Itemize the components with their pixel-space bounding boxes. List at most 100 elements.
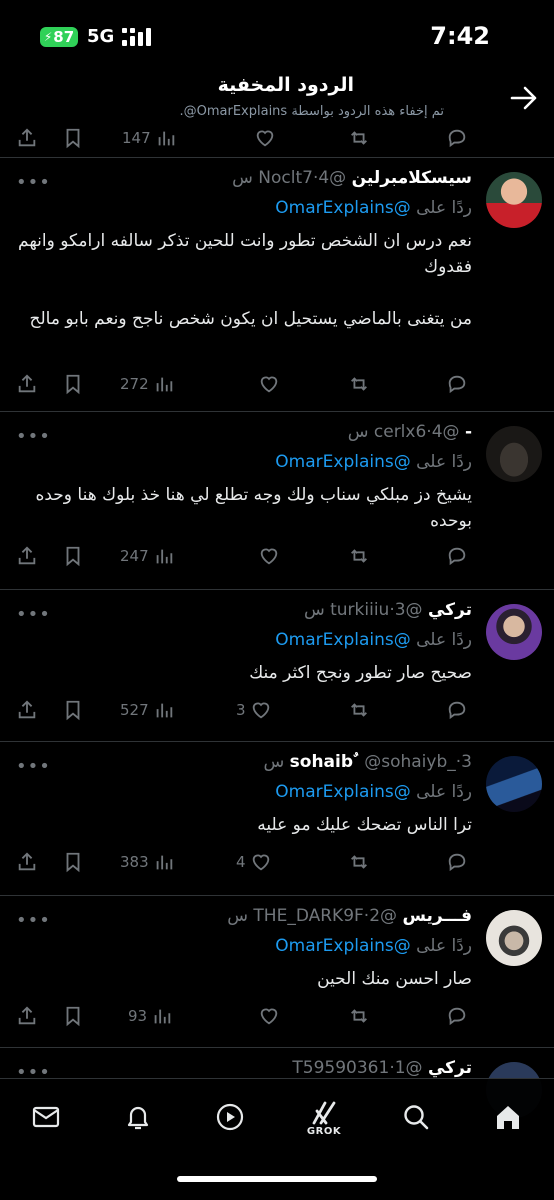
tweet-text: صار احسن منك الحين	[317, 969, 472, 989]
mention-link[interactable]: @OmarExplains	[275, 936, 410, 956]
heart-icon	[252, 854, 269, 871]
avatar[interactable]	[486, 172, 542, 228]
repost-icon	[351, 131, 367, 145]
tab-video[interactable]	[210, 1097, 250, 1137]
like-button[interactable]	[254, 542, 280, 570]
views-icon	[156, 549, 172, 564]
repost-button[interactable]	[348, 542, 370, 570]
bookmark-button[interactable]	[62, 848, 84, 876]
share-button[interactable]	[16, 542, 38, 570]
share-button[interactable]	[16, 848, 38, 876]
reply-tweet[interactable]: ••• - @cerlx6·4 س ردًا على @OmarExplains…	[0, 412, 554, 590]
tweet-text: ترا الناس تضحك عليك مو عليه	[257, 815, 472, 835]
views-icon	[156, 703, 172, 718]
bookmark-button[interactable]	[62, 124, 84, 152]
bookmark-button[interactable]	[62, 370, 84, 398]
views-count: 272	[120, 375, 149, 393]
avatar[interactable]	[486, 910, 542, 966]
bookmark-button[interactable]	[62, 542, 84, 570]
tab-notifications[interactable]	[118, 1097, 158, 1137]
views-button[interactable]: 272	[120, 370, 175, 398]
play-icon	[216, 1103, 244, 1131]
reply-tweet[interactable]: ••• سيسكلامبرلين @Noclt7·4 س ردًا على @O…	[0, 158, 554, 412]
battery-level: 87	[53, 28, 75, 46]
grok-label: GROK	[306, 1125, 342, 1137]
views-button[interactable]: 93	[128, 1002, 173, 1030]
bookmark-icon	[66, 1006, 80, 1027]
like-button[interactable]: 3	[236, 696, 272, 724]
reply-button[interactable]	[446, 370, 468, 398]
user-handle[interactable]: @turkiiiu	[330, 600, 422, 620]
repost-button[interactable]	[348, 124, 370, 152]
display-name[interactable]: سيسكلامبرلين	[352, 168, 472, 188]
reply-tweet[interactable]: ••• تركي @turkiiiu·3 س ردًا على @OmarExp…	[0, 590, 554, 742]
more-options-icon[interactable]: •••	[16, 604, 51, 625]
share-icon	[18, 700, 36, 719]
user-handle[interactable]: @cerlx6	[374, 422, 460, 442]
reply-button[interactable]	[446, 542, 468, 570]
share-button[interactable]	[16, 124, 38, 152]
avatar[interactable]	[486, 756, 542, 812]
like-button[interactable]	[254, 124, 276, 152]
reply-button[interactable]	[446, 1002, 468, 1030]
repost-button[interactable]	[348, 848, 370, 876]
repost-icon	[351, 1009, 367, 1023]
more-options-icon[interactable]: •••	[16, 172, 51, 193]
bookmark-icon	[66, 852, 80, 873]
repost-button[interactable]	[348, 370, 370, 398]
reply-tweet[interactable]: ••• فـــريس @THE_DARK9F·2 س ردًا على @Om…	[0, 896, 554, 1048]
user-handle[interactable]: @sohaiyb_	[364, 752, 456, 772]
share-icon	[18, 128, 36, 147]
reply-button[interactable]	[446, 124, 468, 152]
avatar[interactable]	[486, 604, 542, 660]
like-button[interactable]	[254, 1002, 280, 1030]
share-button[interactable]	[16, 1002, 38, 1030]
display-name[interactable]: sohaib ٌ	[290, 752, 359, 772]
display-name[interactable]: -	[465, 422, 472, 442]
back-arrow-icon[interactable]	[510, 86, 538, 110]
mention-link[interactable]: @OmarExplains	[275, 630, 410, 650]
mention-link[interactable]: @OmarExplains	[275, 782, 410, 802]
reply-button[interactable]	[446, 848, 468, 876]
bookmark-button[interactable]	[62, 696, 84, 724]
display-name[interactable]: فـــريس	[402, 906, 472, 926]
reply-to-line: ردًا على @OmarExplains	[275, 630, 472, 650]
more-options-icon[interactable]: •••	[16, 426, 51, 447]
tab-search[interactable]	[396, 1097, 436, 1137]
more-options-icon[interactable]: •••	[16, 756, 51, 777]
share-button[interactable]	[16, 696, 38, 724]
like-button[interactable]	[254, 370, 280, 398]
views-button[interactable]: 247	[120, 542, 175, 570]
tab-messages[interactable]	[26, 1097, 66, 1137]
avatar[interactable]	[486, 426, 542, 482]
user-handle[interactable]: @Noclt7	[258, 168, 346, 188]
more-options-icon[interactable]: •••	[16, 910, 51, 931]
heart-icon	[252, 702, 269, 719]
repost-icon	[351, 377, 367, 391]
tab-home[interactable]	[488, 1097, 528, 1137]
tweet-text: صحيح صار تطور ونجح اكثر منك	[249, 663, 472, 683]
like-button[interactable]: 4	[236, 848, 272, 876]
tab-grok[interactable]: GROK	[304, 1097, 344, 1137]
heart-icon	[260, 548, 278, 565]
mention-link[interactable]: @OmarExplains	[275, 452, 410, 472]
tweet-meta: تركي @T59590361·1	[292, 1058, 472, 1078]
mention-link[interactable]: @OmarExplains	[275, 198, 410, 218]
repost-button[interactable]	[348, 696, 370, 724]
display-name[interactable]: تركي	[428, 1058, 472, 1078]
views-button[interactable]: 147	[122, 124, 177, 152]
views-button[interactable]: 383	[120, 848, 175, 876]
home-indicator[interactable]	[177, 1176, 377, 1182]
reply-to-label: ردًا على	[416, 452, 472, 472]
share-button[interactable]	[16, 370, 38, 398]
views-icon	[156, 855, 172, 870]
display-name[interactable]: تركي	[428, 600, 472, 620]
partial-tweet-actions: 147	[0, 124, 554, 158]
tweet-text: نعم درس ان الشخص تطور وانت للحين تذكر سا…	[18, 231, 472, 329]
reply-button[interactable]	[446, 696, 468, 724]
bookmark-button[interactable]	[62, 1002, 84, 1030]
reply-tweet[interactable]: ••• sohaib ٌ @sohaiyb_·3 س ردًا على @Oma…	[0, 742, 554, 896]
heart-icon	[260, 376, 278, 393]
views-button[interactable]: 527	[120, 696, 175, 724]
repost-button[interactable]	[348, 1002, 370, 1030]
